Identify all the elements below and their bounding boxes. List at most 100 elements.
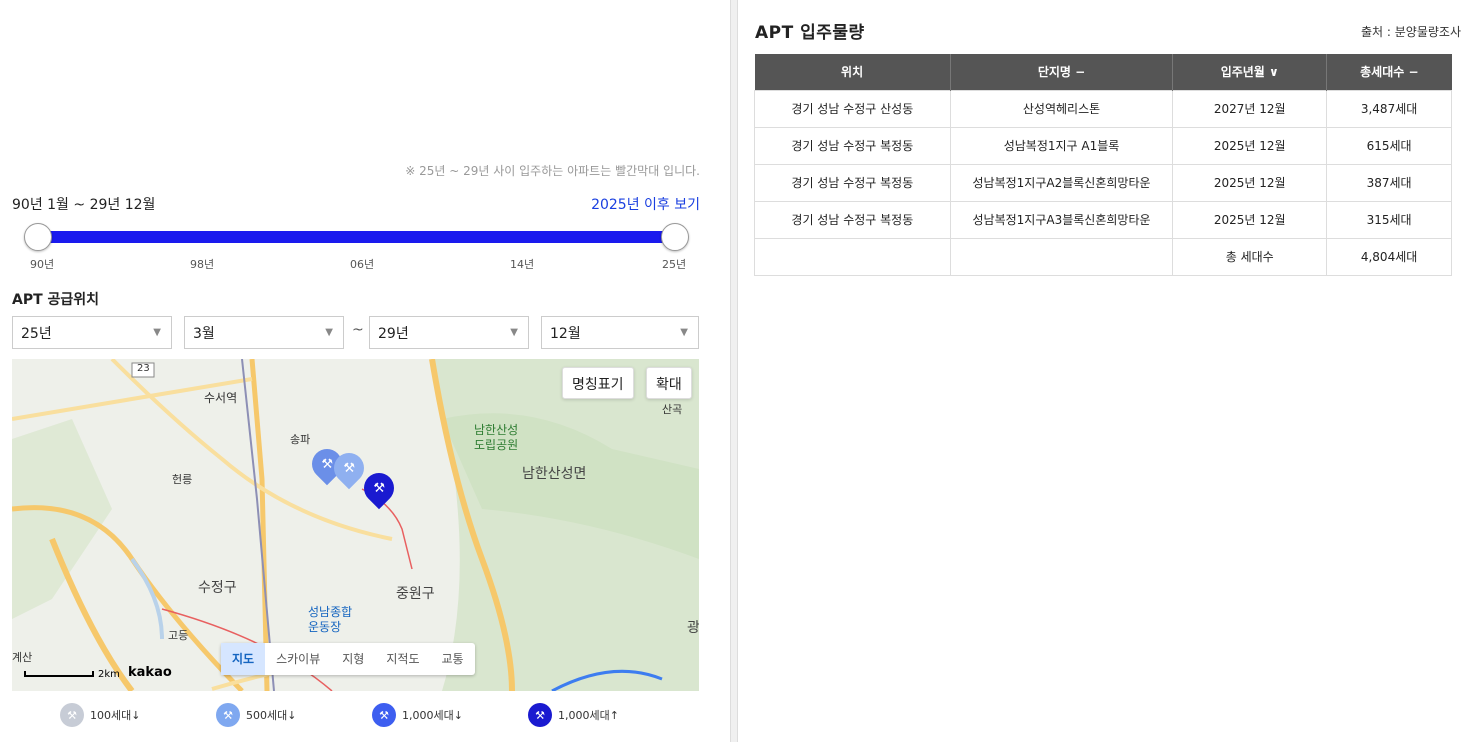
table-header-row: 위치 단지명 − 입주년월 ∨ 총세대수 −	[754, 54, 1452, 90]
map-type-terrain[interactable]: 지형	[331, 643, 375, 675]
namhansanseong-myeon-label: 남한산성면	[522, 466, 587, 482]
cell-units: 615세대	[1326, 126, 1452, 165]
heolleung-label: 헌릉	[172, 473, 193, 486]
marker-icon-lightblue: ⚒	[216, 703, 240, 727]
cell-date: 2025년 12월	[1172, 200, 1328, 239]
legend-label: 100세대↓	[90, 709, 141, 722]
map-type-traffic[interactable]: 교통	[430, 643, 474, 675]
godeung-label: 고등	[168, 629, 189, 642]
col-total-units[interactable]: 총세대수 −	[1326, 54, 1452, 90]
after-2025-link[interactable]: 2025년 이후 보기	[591, 194, 700, 214]
slider-tick-06: 06년	[350, 258, 375, 271]
slider-handle-start[interactable]	[24, 223, 52, 251]
map-scale-text: 2km	[98, 669, 120, 680]
map-scale-bar	[24, 671, 94, 677]
cell-complex: 산성역헤리스톤	[949, 89, 1174, 128]
cell-empty	[949, 237, 1174, 276]
end-year-select[interactable]: 29년 ▼	[369, 316, 529, 349]
cell-location: 경기 성남 수정구 복정동	[754, 126, 951, 165]
year-range-slider-track[interactable]	[38, 231, 675, 243]
cell-empty	[754, 237, 951, 276]
panel-divider	[730, 0, 738, 742]
chevron-down-icon: ▼	[153, 327, 161, 338]
range-tilde: ~	[352, 322, 364, 338]
map-type-cadastral[interactable]: 지적도	[375, 643, 430, 675]
cell-units: 315세대	[1326, 200, 1452, 239]
map-zoom-button[interactable]: 확대	[646, 367, 692, 399]
slider-tick-25: 25년	[662, 258, 687, 271]
table-total-row: 총 세대수 4,804세대	[754, 237, 1452, 276]
cell-location: 경기 성남 수정구 복정동	[754, 200, 951, 239]
hammer-icon: ⚒	[373, 480, 385, 496]
map-type-skyview[interactable]: 스카이뷰	[265, 643, 331, 675]
occupancy-title: APT 입주물량	[755, 23, 865, 43]
table-row[interactable]: 경기 성남 수정구 복정동 성남복정1지구A2블록신혼희망타운 2025년 12…	[754, 163, 1452, 202]
marker-icon-gray: ⚒	[60, 703, 84, 727]
total-label: 총 세대수	[1172, 237, 1328, 276]
legend-item-100: ⚒ 100세대↓	[60, 701, 140, 729]
cell-date: 2025년 12월	[1172, 126, 1328, 165]
slider-tick-14: 14년	[510, 258, 535, 271]
gyesan-label: 계산	[12, 651, 33, 664]
map-background	[12, 359, 699, 691]
seongnam-stadium-label: 성남종합 운동장	[308, 605, 353, 634]
map-view[interactable]: 23 수서역 송파 헌릉 남한산성 도립공원 남한산성면 산곡 수정구 중원구 …	[12, 359, 699, 691]
cell-complex: 성남복정1지구 A1블록	[949, 126, 1174, 165]
suseo-station-label: 수서역	[204, 391, 238, 405]
col-move-in-date[interactable]: 입주년월 ∨	[1172, 54, 1328, 90]
cell-date: 2025년 12월	[1172, 163, 1328, 202]
cell-complex: 성남복정1지구A3블록신혼희망타운	[949, 200, 1174, 239]
table-row[interactable]: 경기 성남 수정구 복정동 성남복정1지구A3블록신혼희망타운 2025년 12…	[754, 200, 1452, 239]
cell-location: 경기 성남 수정구 산성동	[754, 89, 951, 128]
map-type-map[interactable]: 지도	[221, 643, 266, 675]
start-year-value: 25년	[21, 326, 52, 342]
songpa-label: 송파	[290, 433, 311, 446]
total-value: 4,804세대	[1326, 237, 1452, 276]
range-title: 90년 1월 ~ 29년 12월	[12, 197, 156, 213]
table-row[interactable]: 경기 성남 수정구 복정동 성남복정1지구 A1블록 2025년 12월 615…	[754, 126, 1452, 165]
left-panel: ※ 25년 ~ 29년 사이 입주하는 아파트는 빨간막대 입니다. 90년 1…	[0, 0, 712, 742]
legend-label: 1,000세대↓	[402, 709, 463, 722]
namhansanseong-park-label: 남한산성 도립공원	[474, 423, 519, 452]
table-row[interactable]: 경기 성남 수정구 산성동 산성역헤리스톤 2027년 12월 3,487세대	[754, 89, 1452, 128]
marker-icon-blue: ⚒	[372, 703, 396, 727]
route-23-label: 23	[137, 363, 150, 374]
col-complex-name[interactable]: 단지명 −	[950, 54, 1174, 90]
filter-note: ※ 25년 ~ 29년 사이 입주하는 아파트는 빨간막대 입니다.	[405, 164, 700, 178]
start-month-value: 3월	[193, 326, 215, 342]
cell-date: 2027년 12월	[1172, 89, 1328, 128]
end-year-value: 29년	[378, 326, 409, 342]
slider-handle-end[interactable]	[661, 223, 689, 251]
chevron-down-icon: ▼	[510, 327, 518, 338]
right-panel: APT 입주물량 출처 : 분양물량조사 위치 단지명 − 입주년월 ∨ 총세대…	[740, 0, 1465, 742]
occupancy-table: 위치 단지명 − 입주년월 ∨ 총세대수 − 경기 성남 수정구 산성동 산성역…	[754, 54, 1452, 276]
chevron-down-icon: ▼	[325, 327, 333, 338]
hammer-icon: ⚒	[321, 456, 333, 472]
hammer-icon: ⚒	[343, 460, 355, 476]
col-location[interactable]: 위치	[754, 54, 951, 90]
slider-tick-90: 90년	[30, 258, 55, 271]
kakao-logo: kakao	[128, 665, 172, 680]
end-month-select[interactable]: 12월 ▼	[541, 316, 699, 349]
legend-item-1000-above: ⚒ 1,000세대↑	[528, 701, 619, 729]
gwang-label: 광	[687, 620, 699, 636]
jungwon-gu-label: 중원구	[396, 586, 435, 602]
chevron-down-icon: ▼	[680, 327, 688, 338]
end-month-value: 12월	[550, 326, 581, 342]
map-type-switcher: 지도 스카이뷰 지형 지적도 교통	[221, 643, 475, 675]
start-year-select[interactable]: 25년 ▼	[12, 316, 172, 349]
data-source: 출처 : 분양물량조사	[1361, 25, 1461, 39]
marker-icon-darkblue: ⚒	[528, 703, 552, 727]
sangok-label: 산곡	[662, 403, 683, 416]
sujeong-gu-label: 수정구	[198, 580, 237, 596]
legend-label: 1,000세대↑	[558, 709, 619, 722]
start-month-select[interactable]: 3월 ▼	[184, 316, 344, 349]
cell-location: 경기 성남 수정구 복정동	[754, 163, 951, 202]
legend-label: 500세대↓	[246, 709, 297, 722]
map-names-toggle-button[interactable]: 명칭표기	[562, 367, 634, 399]
supply-location-title: APT 공급위치	[12, 292, 100, 308]
cell-units: 387세대	[1326, 163, 1452, 202]
cell-units: 3,487세대	[1326, 89, 1452, 128]
legend-item-1000-below: ⚒ 1,000세대↓	[372, 701, 463, 729]
slider-tick-98: 98년	[190, 258, 215, 271]
